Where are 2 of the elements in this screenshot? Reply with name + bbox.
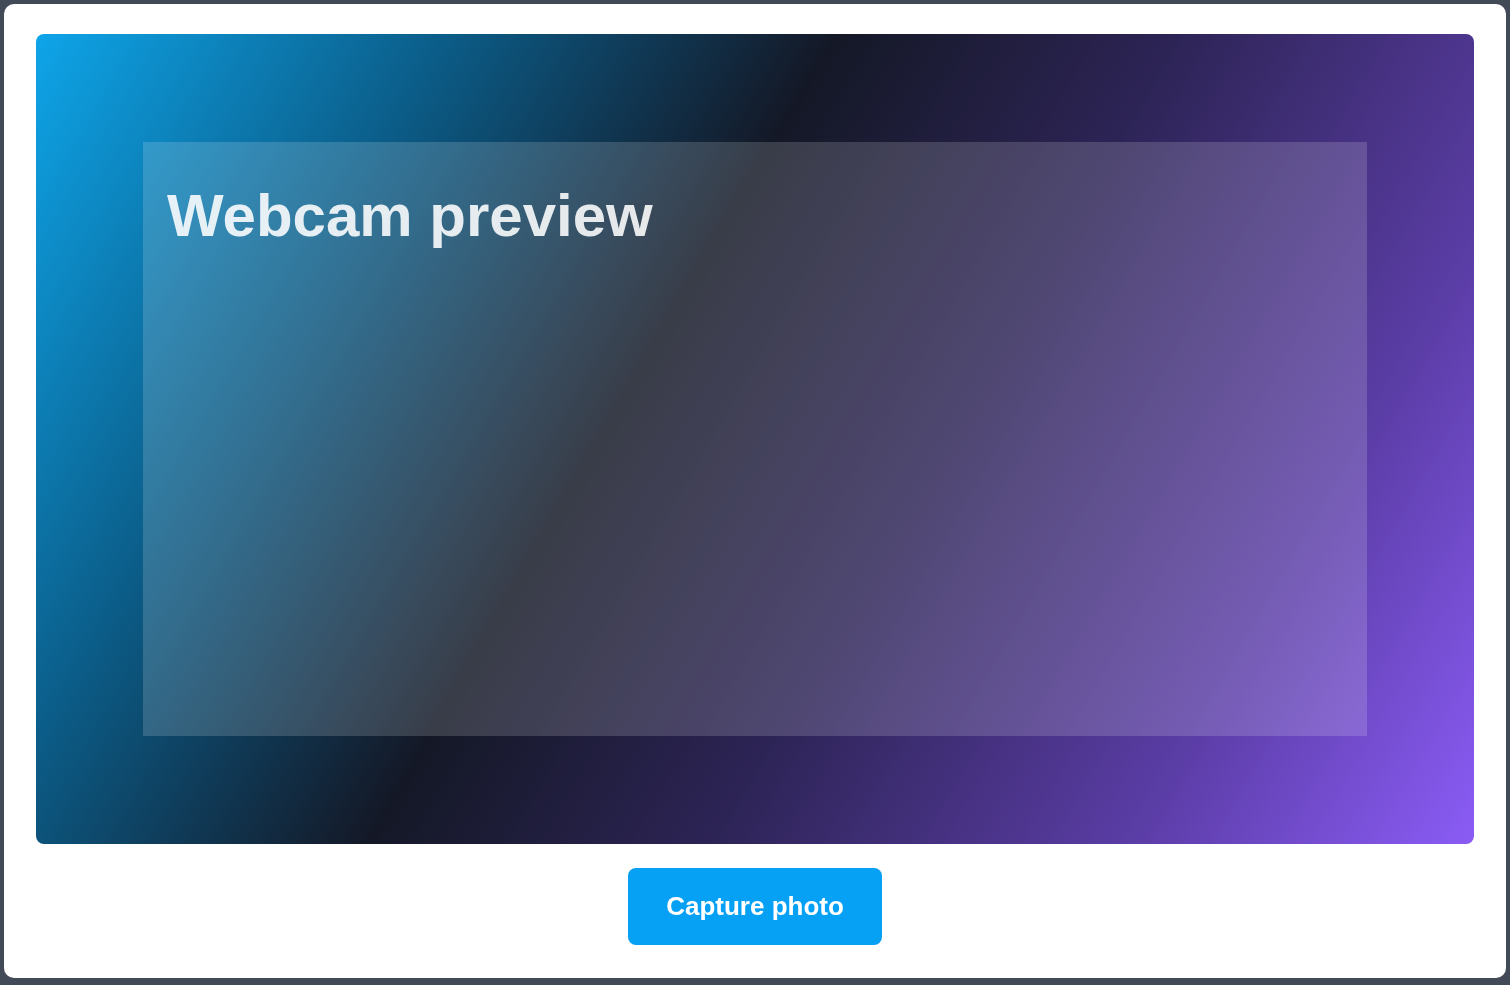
preview-label: Webcam preview xyxy=(167,181,654,251)
capture-photo-button[interactable]: Capture photo xyxy=(628,868,882,945)
